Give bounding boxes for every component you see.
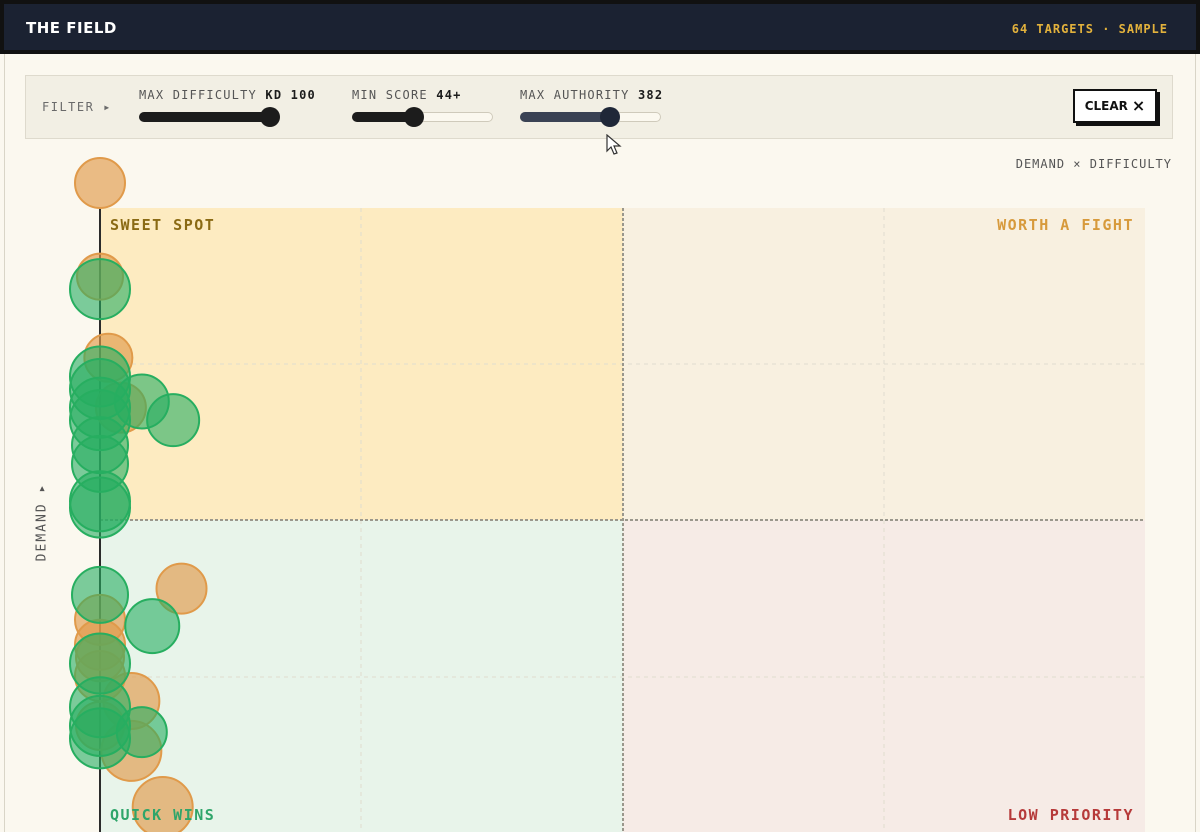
data-point [69,258,131,321]
worth-a-fight-label: WORTH A FIGHT [997,216,1134,234]
data-point [74,157,126,210]
data-point [69,476,131,539]
mouse-cursor-icon [606,134,622,155]
low-priority-label: LOW PRIORITY [1008,806,1134,824]
demand-difficulty-chart: SWEET SPOT WORTH A FIGHT QUICK WINS LOW PRI… [69,157,1145,832]
data-point [146,393,201,448]
data-point [124,598,181,655]
quick-wins-label: QUICK WINS [110,806,215,824]
data-point [69,676,131,739]
sweet-spot-label: SWEET SPOT [110,216,215,234]
data-point [71,565,129,624]
